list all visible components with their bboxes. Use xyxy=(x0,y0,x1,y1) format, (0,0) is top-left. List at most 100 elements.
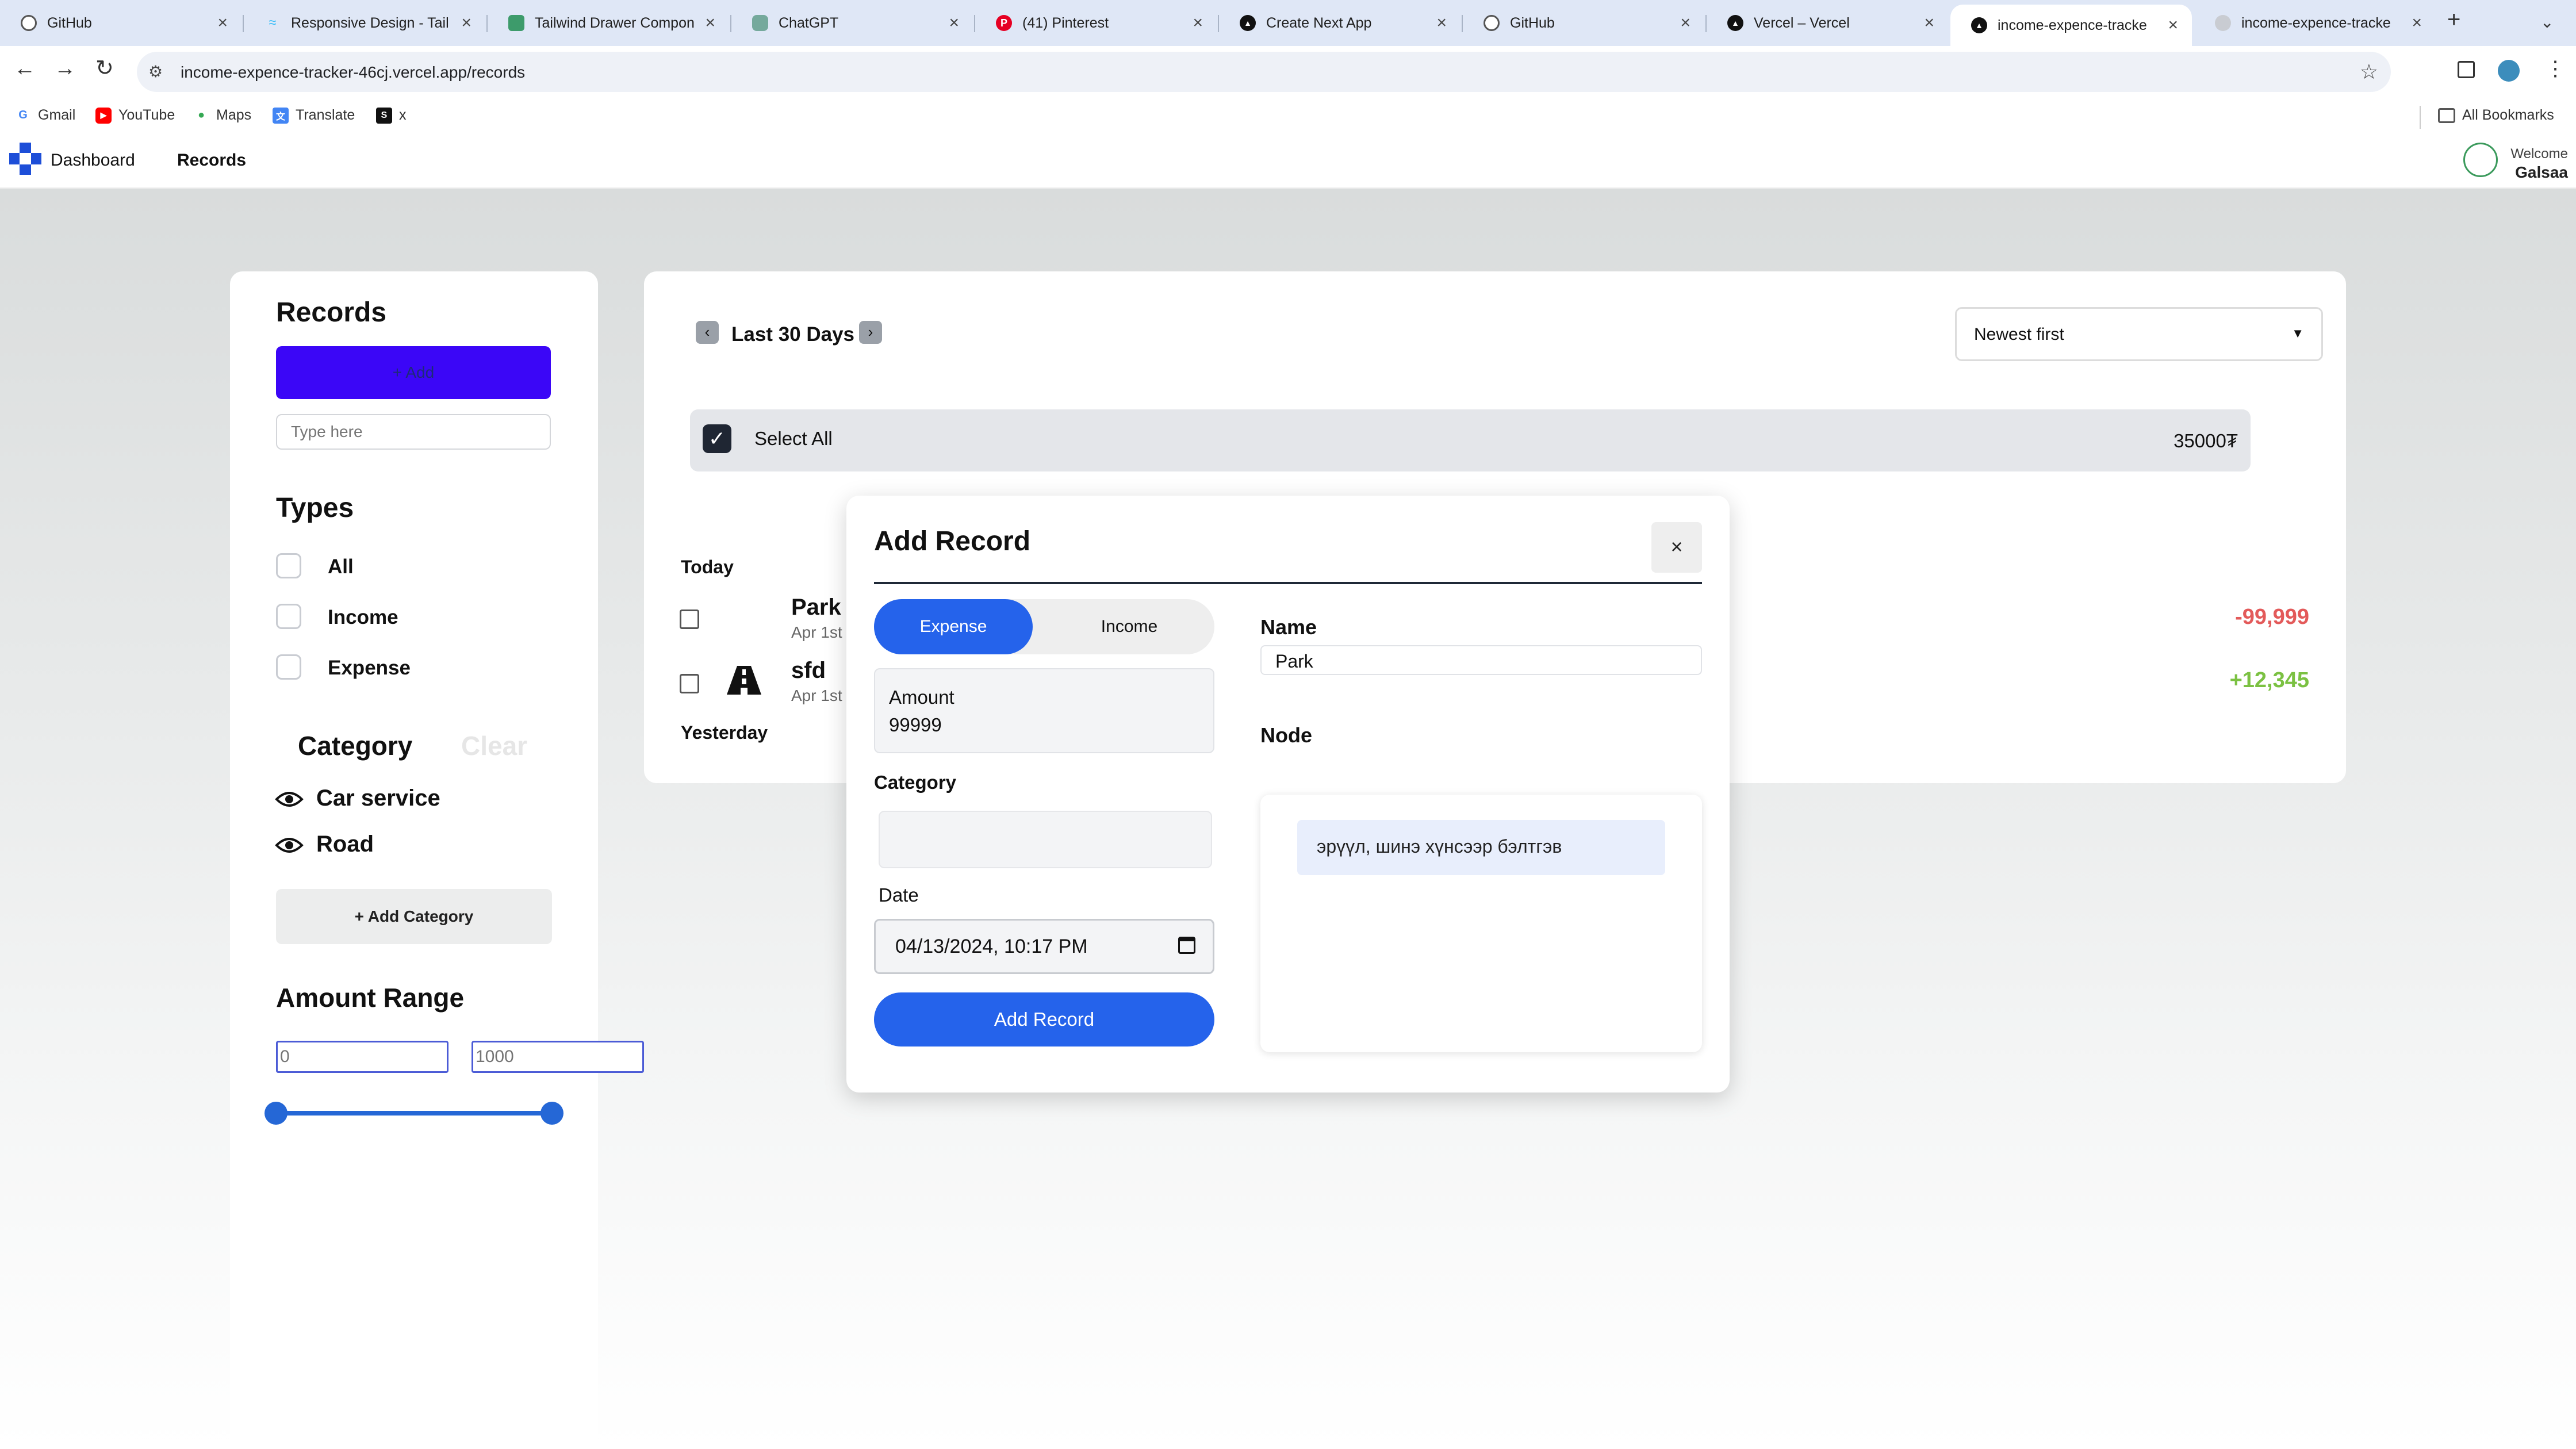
record-date: Apr 1st xyxy=(791,687,842,704)
category-road[interactable]: Road xyxy=(316,831,374,857)
tab-search-chevron-icon[interactable]: ⌄ xyxy=(2540,13,2554,32)
bookmark-translate[interactable]: 文 Translate xyxy=(273,107,355,124)
tab-chatgpt[interactable]: ChatGPT × xyxy=(731,7,973,39)
node-label: Node xyxy=(1260,723,1312,747)
bookmark-youtube[interactable]: ▶ YouTube xyxy=(95,107,175,124)
record-checkbox[interactable] xyxy=(680,674,699,693)
bookmarks-bar: G Gmail ▶ YouTube ● Maps 文 Translate S x… xyxy=(0,98,2576,139)
node-textarea[interactable]: эрүүл, шинэ хүнсээр бэлтгэв xyxy=(1260,795,1702,1052)
eye-icon[interactable] xyxy=(275,834,304,857)
name-input[interactable]: Park xyxy=(1260,645,1702,675)
site-info-icon[interactable]: ⚙ xyxy=(148,62,163,81)
side-panel-icon[interactable] xyxy=(2458,61,2475,78)
sort-select[interactable]: Newest first ▼ xyxy=(1955,307,2323,361)
type-all-label: All xyxy=(328,555,354,578)
chatgpt-icon xyxy=(752,15,768,31)
add-category-button[interactable]: + Add Category xyxy=(276,889,552,944)
profile-avatar[interactable] xyxy=(2498,60,2520,82)
prev-period-chevron-icon[interactable]: ‹ xyxy=(696,321,719,344)
type-all-checkbox[interactable] xyxy=(276,553,301,578)
close-tab-icon[interactable]: × xyxy=(1193,13,1203,33)
search-input[interactable] xyxy=(276,414,551,450)
tab-tailwind-drawer[interactable]: Tailwind Drawer Compon × xyxy=(488,7,729,39)
bookmark-label: Translate xyxy=(296,107,355,123)
tab-pinterest[interactable]: P (41) Pinterest × xyxy=(975,7,1217,39)
bookmark-star-icon[interactable]: ☆ xyxy=(2360,60,2378,84)
clear-categories-button[interactable]: Clear xyxy=(461,730,527,761)
close-tab-icon[interactable]: × xyxy=(1680,13,1690,33)
expense-tab[interactable]: Expense xyxy=(874,599,1033,654)
close-tab-icon[interactable]: × xyxy=(217,13,228,33)
close-tab-icon[interactable]: × xyxy=(1924,13,1934,33)
tab-vercel[interactable]: ▲ Vercel – Vercel × xyxy=(1707,7,1948,39)
url-text: income-expence-tracker-46cj.vercel.app/r… xyxy=(181,63,526,81)
close-tab-icon[interactable]: × xyxy=(461,13,471,33)
node-value: эрүүл, шинэ хүнсээр бэлтгэв xyxy=(1317,836,1562,857)
welcome-text: Welcome xyxy=(2510,146,2568,162)
category-select[interactable] xyxy=(879,811,1212,868)
income-tab[interactable]: Income xyxy=(1044,599,1214,654)
maps-pin-icon: ● xyxy=(197,109,205,121)
modal-divider xyxy=(874,582,1702,584)
add-record-modal: Add Record × Expense Income Amount 99999… xyxy=(846,496,1730,1092)
date-value: 04/13/2024, 10:17 PM xyxy=(895,936,1088,957)
amount-label: Amount xyxy=(889,687,954,708)
bookmark-gmail[interactable]: G Gmail xyxy=(15,107,75,124)
browser-menu-icon[interactable]: ⋮ xyxy=(2545,56,2566,80)
range-slider-max-handle[interactable] xyxy=(540,1102,564,1125)
range-min-input[interactable] xyxy=(276,1041,448,1073)
address-bar[interactable]: ⚙ income-expence-tracker-46cj.vercel.app… xyxy=(137,52,2391,92)
bookmark-x[interactable]: S x xyxy=(376,107,407,124)
add-record-submit-button[interactable]: Add Record xyxy=(874,992,1214,1046)
close-icon[interactable]: × xyxy=(1651,522,1702,573)
date-label: Date xyxy=(879,884,919,906)
bookmark-label: x xyxy=(399,107,407,123)
range-slider-min-handle[interactable] xyxy=(264,1102,288,1125)
bookmark-maps[interactable]: ● Maps xyxy=(193,107,251,124)
add-record-button[interactable]: + Add xyxy=(276,346,551,399)
range-slider-track[interactable] xyxy=(276,1111,552,1116)
reload-icon[interactable]: ↻ xyxy=(95,55,114,81)
bookmark-label: YouTube xyxy=(118,107,175,123)
tab-create-next-app[interactable]: ▲ Create Next App × xyxy=(1219,7,1460,39)
tab-income-tracker-active[interactable]: ▲ income-expence-tracke × xyxy=(1950,5,2192,46)
select-all-bar: ✓ Select All 35000₮ xyxy=(690,409,2251,471)
amount-field[interactable]: Amount 99999 xyxy=(874,668,1214,753)
close-tab-icon[interactable]: × xyxy=(2168,16,2178,35)
nav-dashboard[interactable]: Dashboard xyxy=(51,151,135,170)
node-autofill-suggestion[interactable]: эрүүл, шинэ хүнсээр бэлтгэв xyxy=(1297,820,1665,875)
type-toggle: Expense Income xyxy=(874,599,1214,654)
eye-icon[interactable] xyxy=(275,788,304,811)
record-checkbox[interactable] xyxy=(680,610,699,629)
select-all-checkbox[interactable]: ✓ xyxy=(703,424,731,453)
category-car-service[interactable]: Car service xyxy=(316,785,440,811)
forward-icon[interactable]: → xyxy=(54,56,76,81)
close-tab-icon[interactable]: × xyxy=(705,13,715,33)
tab-income-tracker-2[interactable]: income-expence-tracke × xyxy=(2194,7,2436,39)
type-expense-checkbox[interactable] xyxy=(276,654,301,680)
date-input[interactable]: 04/13/2024, 10:17 PM xyxy=(874,919,1214,974)
user-name: Galsaa xyxy=(2515,163,2568,181)
range-max-input[interactable] xyxy=(471,1041,644,1073)
close-tab-icon[interactable]: × xyxy=(949,13,959,33)
tab-github[interactable]: GitHub × xyxy=(0,7,241,39)
calendar-icon[interactable] xyxy=(1178,937,1195,954)
close-tab-icon[interactable]: × xyxy=(2412,13,2422,33)
nav-records[interactable]: Records xyxy=(177,151,246,170)
pinterest-icon: P xyxy=(996,15,1012,31)
back-icon[interactable]: ← xyxy=(14,56,36,81)
road-icon xyxy=(727,666,761,695)
bookmark-label: Maps xyxy=(216,107,252,123)
type-income-checkbox[interactable] xyxy=(276,604,301,629)
select-all-label: Select All xyxy=(754,428,833,449)
category-label: Category xyxy=(874,772,957,793)
tab-title: income-expence-tracke xyxy=(2241,14,2391,31)
close-tab-icon[interactable]: × xyxy=(1436,13,1447,33)
all-bookmarks[interactable]: All Bookmarks xyxy=(2438,107,2554,124)
tab-github-2[interactable]: GitHub × xyxy=(1463,7,1704,39)
record-date: Apr 1st xyxy=(791,623,842,641)
user-avatar[interactable] xyxy=(2463,143,2498,177)
new-tab-icon[interactable]: + xyxy=(2447,7,2460,33)
next-period-chevron-icon[interactable]: › xyxy=(859,321,882,344)
tab-responsive-design[interactable]: ≈ Responsive Design - Tail × xyxy=(244,7,485,39)
